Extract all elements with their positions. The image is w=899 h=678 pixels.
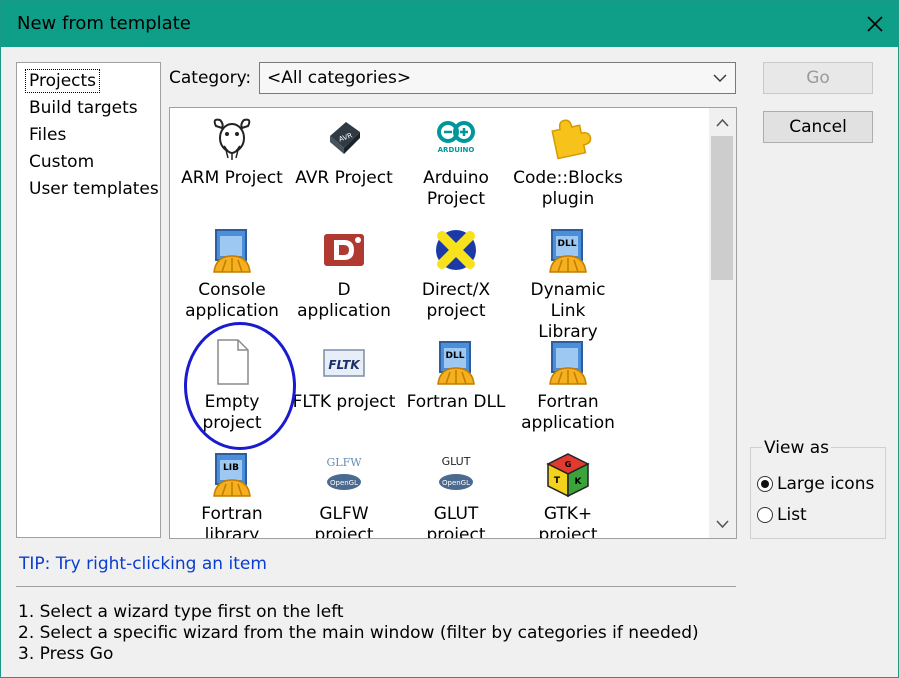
grid-item-label: ARM Project [181,168,283,188]
gnu-head-icon [213,118,251,160]
list-item-user-templates[interactable]: User templates [26,178,162,200]
category-value: <All categories> [267,68,412,88]
gtk-cube-icon: G T K [546,453,590,498]
grid-item-glfw-project[interactable]: GLFW OpenGL GLFW project [288,450,400,539]
grid-item-label: Fortran application [521,392,615,433]
view-list-option[interactable]: List [757,505,807,525]
category-dropdown[interactable]: <All categories> [259,62,736,94]
svg-text:K: K [575,477,583,487]
separator [16,586,736,587]
grid-item-codeblocks-plugin[interactable]: Code::Blocks plugin [512,114,624,210]
tip-text: TIP: Try right-clicking an item [19,554,267,574]
list-item-build-targets[interactable]: Build targets [26,97,141,119]
blank-document-icon [217,339,249,385]
directx-icon [436,230,476,270]
grid-item-avr-project[interactable]: AVR AVR Project [288,114,400,189]
grid-item-fltk-project[interactable]: FLTK FLTK project [288,338,400,413]
arduino-icon: ARDUINO [437,121,475,154]
window-title: New from template [17,13,191,34]
list-item-files[interactable]: Files [26,124,69,146]
fortran-lib-icon: LIB [213,453,251,497]
fltk-icon: FLTK [323,349,365,377]
radio-label: List [777,505,807,525]
instruction-line: 1. Select a wizard type first on the lef… [18,602,344,622]
view-large-icons-option[interactable]: Large icons [757,474,874,494]
grid-item-directx-project[interactable]: Direct/X project [400,226,512,322]
fortran-dll-icon: DLL [437,341,475,385]
grid-item-label: GLFW project [314,504,374,539]
grid-item-empty-project[interactable]: Empty project [176,338,288,434]
svg-text:G: G [565,460,572,469]
radio-large-icons[interactable] [757,476,773,492]
grid-item-arm-project[interactable]: ARM Project [176,114,288,189]
grid-item-label: AVR Project [295,168,393,188]
close-button[interactable] [852,1,898,47]
grid-item-dynamic-link-library[interactable]: DLL Dynamic Link Library [512,226,624,343]
grid-item-label: Arduino Project [423,168,489,209]
close-icon [867,16,883,32]
grid-item-fortran-application[interactable]: Fortran application [512,338,624,434]
dll-icon: DLL [549,229,587,273]
title-bar: New from template [1,1,898,47]
scroll-up-icon[interactable] [716,118,729,127]
grid-item-label: D application [297,280,391,321]
grid-item-label: Console application [185,280,279,321]
grid-item-label: Fortran DLL [406,392,506,412]
grid-item-label: Code::Blocks plugin [513,168,623,209]
glut-icon-text: GLUT [442,455,471,468]
scroll-down-icon[interactable] [716,520,729,529]
fltk-icon-text: FLTK [328,358,361,372]
glfw-icon: GLFW OpenGL [326,456,362,490]
instruction-line: 3. Press Go [18,644,114,664]
grid-item-arduino-project[interactable]: ARDUINO Arduino Project [400,114,512,210]
avr-chip-icon: AVR [330,122,360,154]
category-label: Category: [169,68,252,88]
radio-label: Large icons [777,474,875,494]
grid-item-label: FLTK project [292,392,396,412]
puzzle-piece-icon [551,119,592,160]
grid-item-label: Empty project [202,392,262,433]
glfw-icon-subtext: OpenGL [330,479,358,487]
grid-scrollbar[interactable] [709,108,736,538]
console-app-icon [213,229,251,273]
fortran-dll-icon-text: DLL [446,351,465,361]
grid-item-fortran-library[interactable]: LIB Fortran library [176,450,288,539]
cancel-button[interactable]: Cancel [763,111,873,143]
chevron-down-icon [713,74,727,82]
grid-item-gtk-project[interactable]: G T K GTK+ project [512,450,624,539]
new-from-template-dialog: New from template Projects Build targets… [0,0,899,678]
grid-item-label: GLUT project [426,504,486,539]
fortran-app-icon [549,341,587,385]
grid-item-label: Direct/X project [421,280,491,321]
list-item-projects[interactable]: Projects [24,69,101,93]
grid-item-fortran-dll[interactable]: DLL Fortran DLL [400,338,512,413]
dll-icon-text: DLL [558,239,577,249]
grid-item-label: GTK+ project [538,504,598,539]
svg-text:T: T [554,476,561,486]
grid-item-label: Dynamic Link Library [530,280,606,342]
grid-item-label: Fortran library [201,504,263,539]
wizard-grid: ARM Project AVR AVR Project ARDUINO Ardu… [169,107,737,539]
glfw-icon-text: GLFW [326,456,362,469]
arduino-icon-text: ARDUINO [438,146,475,154]
glut-icon: GLUT OpenGL [439,455,473,490]
fortran-lib-icon-text: LIB [223,463,239,473]
scroll-thumb[interactable] [711,136,733,280]
d-language-icon [324,234,364,266]
wizard-type-list: Projects Build targets Files Custom User… [16,62,161,538]
go-button[interactable]: Go [763,62,873,94]
grid-item-console-application[interactable]: Console application [176,226,288,322]
instruction-line: 2. Select a specific wizard from the mai… [18,623,699,643]
grid-item-glut-project[interactable]: GLUT OpenGL GLUT project [400,450,512,539]
grid-item-d-application[interactable]: D application [288,226,400,322]
list-item-custom[interactable]: Custom [26,151,97,173]
radio-list[interactable] [757,507,773,523]
view-as-title: View as [762,438,832,458]
glut-icon-subtext: OpenGL [442,479,470,487]
